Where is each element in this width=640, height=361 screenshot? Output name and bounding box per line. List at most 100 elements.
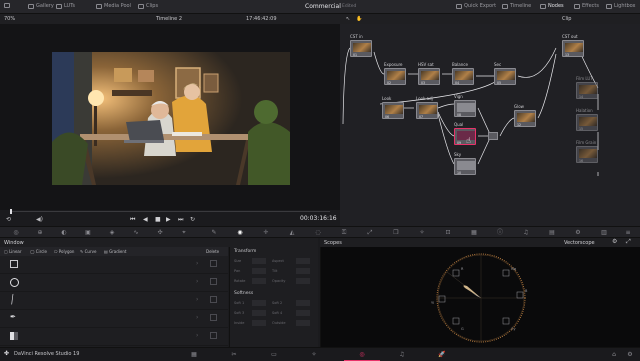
play-icon[interactable]: ▶ [166,216,171,223]
deliver-page-icon[interactable]: 🚀 [438,351,446,358]
node-mode-dropdown[interactable]: Clip [562,16,571,22]
quick-export-button[interactable]: Quick Export [456,3,496,9]
window-tool-icon[interactable]: ◉ [236,229,244,236]
node-glow[interactable]: Glow 12 [514,104,536,127]
grid-icon[interactable]: ▥ [600,229,608,236]
stereo-icon[interactable]: ⊡ [444,229,452,236]
hdr-icon[interactable]: ◐ [60,229,68,236]
size-field[interactable] [252,258,266,264]
cut-page-icon[interactable]: ✂ [230,351,238,358]
linear-tool[interactable]: ▢ Linear [4,249,22,254]
info-icon[interactable]: ⓘ [496,229,504,236]
color-wheels-icon[interactable]: ◎ [12,229,20,236]
node-sec[interactable]: Sec 05 [494,62,516,85]
magic-mask-icon[interactable]: ◭ [288,229,296,236]
sizing-icon[interactable]: ⤢ [366,229,374,236]
home-icon[interactable]: ⌂ [610,351,618,358]
window-enable-checkbox[interactable] [210,278,217,285]
curves-icon[interactable]: ∿ [132,229,140,236]
nodes-button[interactable]: Nodes [540,3,564,9]
jump-end-icon[interactable]: ⏭ [178,216,183,224]
blur-icon[interactable]: ◌ [314,229,322,236]
gradient-tool[interactable]: ▤ Gradient [104,249,126,254]
hand-tool-icon[interactable]: ✋ [356,16,362,22]
reverse-play-icon[interactable]: ◀ [143,216,148,223]
project-settings-icon[interactable]: ⚙ [626,351,634,358]
qualifier-icon[interactable]: ⌖ [180,229,188,236]
loop-toggle-icon[interactable]: ↻ [190,216,195,223]
color-warper-icon[interactable]: ✣ [156,229,164,236]
delete-button[interactable]: Delete [206,249,219,254]
node-vign[interactable]: Vign 08 [454,94,476,117]
node-halation[interactable]: Halation 15 [576,108,598,131]
node-film-grain[interactable]: Film Grain 16 [576,140,598,163]
aspect-field[interactable] [296,258,310,264]
zoom-dropdown[interactable]: 70% [4,16,15,22]
tilt-field[interactable] [296,268,310,274]
window-enable-checkbox[interactable] [210,314,217,321]
motion-effects-icon[interactable]: ◈ [108,229,116,236]
raw-icon[interactable]: ▣ [84,229,92,236]
key-icon[interactable]: ⚿ [340,229,348,236]
node-qual[interactable]: Qual 09 [454,122,476,145]
node-look-adj[interactable]: Look adj 07 [416,96,438,119]
gallery-button[interactable]: Gallery [28,3,54,9]
circle-tool[interactable]: ◯ Circle [30,249,47,254]
media-pool-button[interactable]: Media Pool [96,3,131,9]
effects-button[interactable]: Effects [574,3,599,9]
top-toolbar-item-0[interactable] [4,3,10,8]
window-enable-checkbox[interactable] [210,260,217,267]
media-page-icon[interactable]: ▦ [190,351,198,358]
settings-icon[interactable]: ⚙ [574,229,582,236]
window-enable-checkbox[interactable] [210,296,217,303]
soft4-field[interactable] [296,310,310,316]
loop-icon[interactable]: ⟲ [6,216,11,223]
eyedropper-icon[interactable]: ✎ [210,229,218,236]
outside-field[interactable] [296,320,310,326]
node-sky[interactable]: Sky 10 [454,152,476,175]
jump-start-icon[interactable]: ⏮ [130,216,135,224]
curve-tool[interactable]: ✎ Curve [80,249,96,254]
node-film-lut[interactable]: Film LUT 14 [576,76,598,99]
timeline-button[interactable]: Timeline [502,3,531,9]
node-cst-in[interactable]: CST in 01 [350,34,372,57]
inside-field[interactable] [252,320,266,326]
rotate-field[interactable] [252,278,266,284]
fusion-page-icon[interactable]: ✧ [310,351,318,358]
window-enable-checkbox[interactable] [210,332,217,339]
scope-expand-icon[interactable]: ⤢ [626,238,631,246]
node-exposure[interactable]: Exposure 02 [384,62,406,85]
window-row-circle[interactable]: › [0,274,228,292]
scopes-toggle-icon[interactable]: ▦ [470,229,478,236]
stop-icon[interactable]: ■ [155,216,161,223]
luts-button[interactable]: LUTs [56,3,75,9]
audio-icon[interactable]: ♫ [522,229,530,236]
clips-button[interactable]: Clips [138,3,158,9]
scope-settings-icon[interactable]: ⚙ [612,238,617,245]
3d-icon[interactable]: ❒ [392,229,400,236]
node-balance[interactable]: Balance 04 [452,62,474,85]
fx-icon[interactable]: ✧ [418,229,426,236]
primaries-icon[interactable]: ⊕ [36,229,44,236]
soft1-field[interactable] [252,300,266,306]
pointer-tool-icon[interactable]: ↖ [346,16,350,22]
pan-field[interactable] [252,268,266,274]
node-mixer[interactable] [488,132,498,140]
window-row-polygon[interactable]: ╱ › [0,292,228,310]
soft2-field[interactable] [296,300,310,306]
polygon-tool[interactable]: ⬠ Polygon [54,249,74,254]
playhead[interactable] [10,209,12,214]
window-row-linear[interactable]: › [0,256,228,274]
node-cst-out[interactable]: CST out 13 [562,34,584,57]
tracker-icon[interactable]: ✛ [262,229,270,236]
scrubber-track[interactable] [10,211,330,212]
lut-icon[interactable]: ▤ [548,229,556,236]
viewer-frame[interactable] [52,52,290,185]
scope-type-dropdown[interactable]: Vectorscope [564,240,595,246]
window-row-curve[interactable]: ✒ › [0,310,228,328]
fairlight-page-icon[interactable]: ♫ [398,351,406,358]
soft3-field[interactable] [252,310,266,316]
node-look[interactable]: Look 06 [382,96,404,119]
opacity-field[interactable] [296,278,310,284]
edit-page-icon[interactable]: ▭ [270,351,278,358]
